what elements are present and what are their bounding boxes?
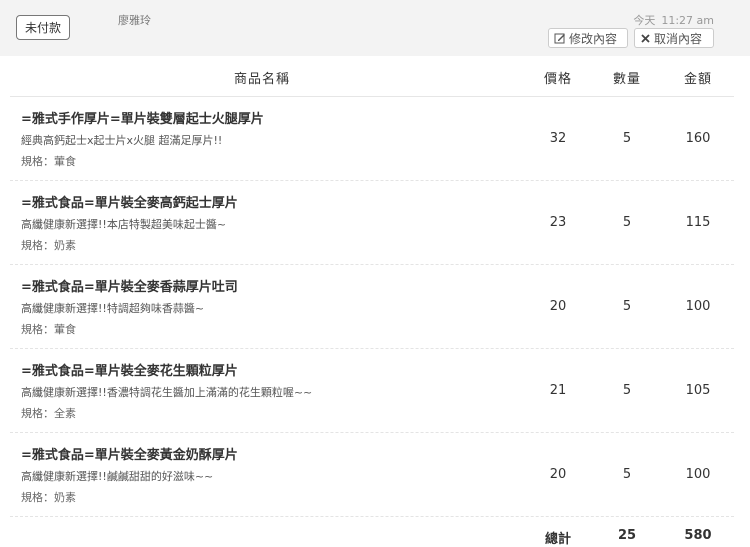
product-description: 高纖健康新選擇!!鹹鹹甜甜的好滋味~~ <box>21 470 214 483</box>
order-timestamp: 今天 11:27 am <box>633 12 714 28</box>
product-price: 23 <box>549 215 567 230</box>
product-name: =雅式手作厚片=單片裝雙層起士火腿厚片 <box>21 112 264 127</box>
product-name: =雅式食品=單片裝全麥花生顆粒厚片 <box>21 364 238 379</box>
product-spec: 規格：奶素 <box>21 491 76 504</box>
column-header-quantity: 數量 <box>612 72 641 87</box>
table-row: =雅式食品=單片裝全麥香蒜厚片吐司 高纖健康新選擇!!特調超夠味香蒜醬~ 規格：… <box>10 265 734 349</box>
product-amount: 100 <box>685 467 711 482</box>
product-description: 經典高鈣起士x起士片x火腿 超滿足厚片!! <box>21 134 223 147</box>
edit-order-label: 修改內容 <box>569 31 618 46</box>
product-spec: 規格：葷食 <box>21 323 76 336</box>
product-price: 21 <box>549 383 567 398</box>
product-amount: 105 <box>685 383 711 398</box>
product-amount: 100 <box>685 299 711 314</box>
product-quantity: 5 <box>622 467 632 482</box>
product-quantity: 5 <box>622 215 632 230</box>
product-description: 高纖健康新選擇!!香濃特調花生醬加上滿滿的花生顆粒喔~~ <box>21 386 313 399</box>
table-row: =雅式食品=單片裝全麥花生顆粒厚片 高纖健康新選擇!!香濃特調花生醬加上滿滿的花… <box>10 349 734 433</box>
cancel-order-label: 取消內容 <box>654 31 703 46</box>
product-spec: 規格：全素 <box>21 407 76 420</box>
order-header: 未付款 廖雅玲 今天 11:27 am 修改內容 取消內容 <box>0 0 750 56</box>
column-header-name: 商品名稱 <box>233 72 290 87</box>
product-name: =雅式食品=單片裝全麥高鈣起士厚片 <box>21 196 238 211</box>
table-row: =雅式手作厚片=單片裝雙層起士火腿厚片 經典高鈣起士x起士片x火腿 超滿足厚片!… <box>10 97 734 181</box>
product-price: 20 <box>549 299 567 314</box>
product-amount: 115 <box>685 215 711 230</box>
product-description: 高纖健康新選擇!!本店特製超美味起士醬~ <box>21 218 227 231</box>
product-spec: 規格：奶素 <box>21 239 76 252</box>
table-footer: 總計 25 580 <box>10 517 734 547</box>
product-price: 20 <box>549 467 567 482</box>
close-icon <box>641 33 650 43</box>
order-time: 11:27 am <box>661 14 714 27</box>
order-items-table: 商品名稱 價格 數量 金額 =雅式手作厚片=單片裝雙層起士火腿厚片 經典高鈣起士… <box>10 56 734 547</box>
cancel-order-button[interactable]: 取消內容 <box>634 28 714 48</box>
payment-status-badge: 未付款 <box>16 15 71 40</box>
product-quantity: 5 <box>622 383 632 398</box>
product-quantity: 5 <box>622 131 632 146</box>
column-header-amount: 金額 <box>683 72 712 87</box>
total-amount: 580 <box>684 528 712 543</box>
column-header-price: 價格 <box>543 72 572 87</box>
customer-name: 廖雅玲 <box>118 14 151 27</box>
product-price: 32 <box>549 131 567 146</box>
product-description: 高纖健康新選擇!!特調超夠味香蒜醬~ <box>21 302 205 315</box>
total-quantity: 25 <box>617 528 637 543</box>
product-spec: 規格：葷食 <box>21 155 76 168</box>
table-row: =雅式食品=單片裝全麥高鈣起士厚片 高纖健康新選擇!!本店特製超美味起士醬~ 規… <box>10 181 734 265</box>
product-name: =雅式食品=單片裝全麥香蒜厚片吐司 <box>21 280 238 295</box>
table-row: =雅式食品=單片裝全麥黃金奶酥厚片 高纖健康新選擇!!鹹鹹甜甜的好滋味~~ 規格… <box>10 433 734 517</box>
table-header: 商品名稱 價格 數量 金額 <box>10 56 734 97</box>
order-day: 今天 <box>633 14 656 27</box>
edit-order-button[interactable]: 修改內容 <box>548 28 628 48</box>
product-name: =雅式食品=單片裝全麥黃金奶酥厚片 <box>21 448 238 463</box>
edit-icon <box>554 33 565 44</box>
product-quantity: 5 <box>622 299 632 314</box>
total-label: 總計 <box>544 532 571 547</box>
product-amount: 160 <box>685 131 711 146</box>
